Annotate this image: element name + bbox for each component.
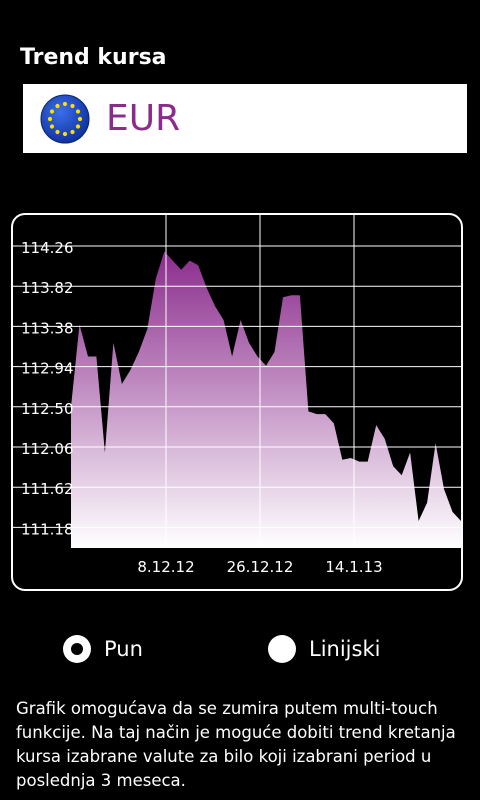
y-tick-label: 112.50 xyxy=(21,400,74,418)
series-area xyxy=(71,251,461,548)
flag-star xyxy=(55,129,60,134)
y-tick-label: 111.18 xyxy=(21,520,74,538)
flag-star xyxy=(75,108,81,114)
y-tick-label: 111.62 xyxy=(21,480,74,498)
y-tick-label: 113.82 xyxy=(21,279,74,297)
radio-linijski[interactable]: Linijski xyxy=(268,635,380,663)
radio-linijski-label: Linijski xyxy=(309,637,381,661)
flag-star xyxy=(49,108,55,114)
flag-star xyxy=(77,116,83,121)
flag-star xyxy=(70,103,75,108)
help-text: Grafik omogućava da se zumira putem mult… xyxy=(16,699,456,790)
flag-star xyxy=(75,123,81,129)
currency-selector[interactable]: EUR xyxy=(23,84,467,153)
trend-chart-svg: 114.26 113.82 113.38 112.94 112.50 112.06 111.… xyxy=(13,215,461,576)
flag-star xyxy=(49,123,55,129)
flag-star xyxy=(62,131,68,136)
x-tick-label: 26.12.12 xyxy=(227,558,294,576)
flag-star xyxy=(55,103,60,108)
eu-flag-icon xyxy=(40,94,90,143)
y-tick-label: 113.38 xyxy=(21,319,74,337)
view-mode-options: Pun Linijski xyxy=(0,635,480,669)
y-tick-label: 112.94 xyxy=(21,360,74,378)
flag-star xyxy=(70,129,75,134)
radio-pun-indicator[interactable] xyxy=(63,635,91,663)
currency-code: EUR xyxy=(106,98,181,139)
x-tick-label: 14.1.13 xyxy=(325,558,382,576)
x-tick-label: 8.12.12 xyxy=(137,558,194,576)
radio-pun-label: Pun xyxy=(104,637,143,661)
y-tick-label: 112.06 xyxy=(21,440,74,458)
y-tick-label: 114.26 xyxy=(21,239,74,257)
page-title: Trend kursa xyxy=(20,45,167,70)
flag-star xyxy=(62,101,68,106)
radio-pun[interactable]: Pun xyxy=(63,635,143,663)
trend-chart[interactable]: 114.26 113.82 113.38 112.94 112.50 112.06 111.… xyxy=(11,213,463,591)
flag-star xyxy=(47,116,53,121)
radio-linijski-indicator[interactable] xyxy=(268,635,296,663)
